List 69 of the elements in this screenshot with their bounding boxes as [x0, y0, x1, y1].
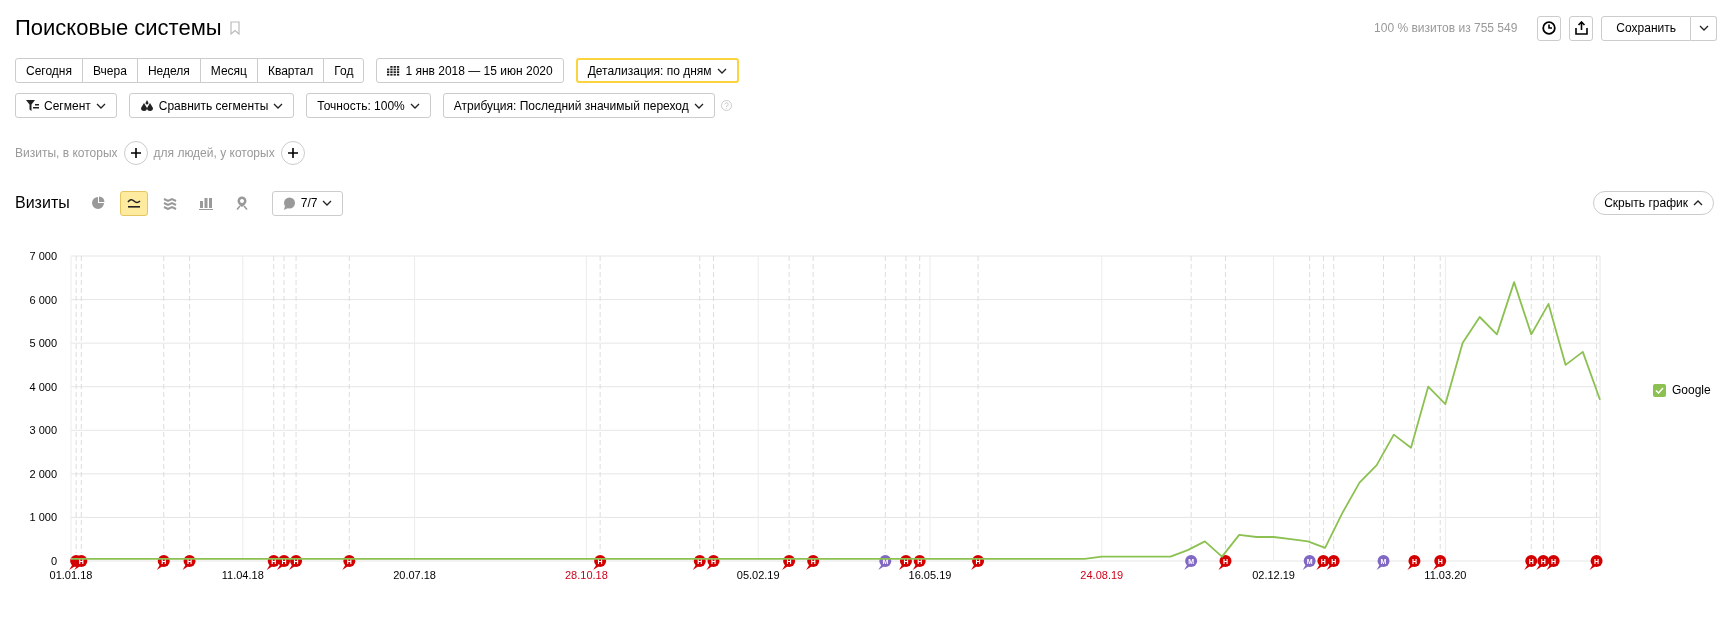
history-button[interactable]	[1537, 15, 1562, 41]
filter-dropdown[interactable]: Сегмент	[15, 93, 117, 118]
period-button[interactable]: Неделя	[136, 58, 201, 83]
chevron-down-icon	[716, 67, 727, 74]
axis-label: 11.04.18	[221, 569, 264, 581]
condition-label: Визиты, в которых	[15, 146, 118, 160]
chevron-down-icon	[409, 102, 420, 109]
period-button[interactable]: Квартал	[256, 58, 325, 83]
axis-label: 28.10.18	[565, 569, 608, 581]
chevron-down-icon	[1698, 25, 1709, 31]
stacked-area-icon	[162, 196, 177, 210]
map-pin-icon	[235, 196, 248, 210]
visits-summary: 100 % визитов из 755 549	[1374, 21, 1518, 35]
detail-dropdown[interactable]: Детализация: по дням	[575, 58, 739, 83]
line-chart-icon	[126, 197, 141, 209]
filter-icon	[26, 100, 39, 111]
filter-dropdown[interactable]: Точность: 100%	[306, 93, 431, 118]
help-icon[interactable]	[720, 100, 732, 111]
share-icon	[1574, 21, 1588, 35]
period-button[interactable]: Год	[323, 58, 365, 83]
pie-chart-icon	[90, 196, 105, 210]
axis-label: 20.07.18	[393, 569, 436, 581]
axis-label: 5 000	[29, 337, 57, 350]
bookmark-icon[interactable]	[229, 21, 240, 35]
axis-label: 6 000	[29, 293, 57, 306]
axis-label: 7 000	[29, 250, 57, 262]
axis-label: 05.02.19	[736, 569, 780, 581]
axis-label: 4 000	[29, 380, 57, 393]
clock-icon	[1542, 21, 1557, 35]
period-button[interactable]: Сегодня	[15, 58, 83, 83]
bar-chart-icon	[198, 196, 213, 210]
chevron-up-icon	[1693, 200, 1703, 206]
chart-type-button[interactable]	[119, 190, 148, 216]
filter-dropdown[interactable]: Атрибуция: Последний значимый переход	[442, 93, 715, 118]
chevron-down-icon	[95, 102, 106, 109]
axis-label: 1 000	[29, 511, 57, 524]
condition-label: для людей, у которых	[153, 146, 275, 160]
axis-label: 01.01.18	[49, 569, 93, 581]
save-menu-button[interactable]	[1691, 15, 1717, 41]
plus-icon	[130, 148, 141, 158]
check-icon	[1655, 386, 1664, 394]
chevron-down-icon	[322, 200, 333, 206]
legend-checkbox[interactable]	[1653, 383, 1666, 397]
chevron-down-icon	[273, 102, 284, 109]
legend-label: Google	[1672, 383, 1711, 397]
axis-label: 24.08.19	[1080, 569, 1124, 581]
notes-dropdown[interactable]: 7/7	[271, 190, 344, 216]
date-range-button[interactable]: 1 янв 2018 — 15 июн 2020	[376, 58, 564, 83]
plus-icon	[287, 148, 298, 158]
drops-icon	[139, 99, 154, 112]
axis-label: 3 000	[29, 424, 57, 437]
page-title: Поисковые системы	[15, 15, 222, 41]
chevron-down-icon	[693, 102, 704, 109]
axis-label: 11.03.20	[1424, 569, 1467, 581]
chart-title: Визиты	[15, 194, 70, 212]
save-button[interactable]: Сохранить	[1601, 15, 1691, 41]
axis-label: 16.05.19	[908, 569, 952, 581]
add-condition-button[interactable]	[123, 141, 148, 165]
axis-label: 0	[50, 555, 57, 567]
share-button[interactable]	[1569, 15, 1594, 41]
axis-label: 02.12.19	[1252, 569, 1295, 581]
add-condition-button[interactable]	[280, 141, 305, 165]
period-button[interactable]: Месяц	[199, 58, 258, 83]
calendar-icon	[387, 65, 401, 76]
axis-label: 2 000	[29, 467, 57, 480]
speech-bubble-icon	[282, 196, 296, 210]
period-button[interactable]: Вчера	[82, 58, 138, 83]
hide-chart-button[interactable]: Скрыть график	[1593, 191, 1714, 215]
filter-dropdown[interactable]: Сравнить сегменты	[128, 93, 295, 118]
